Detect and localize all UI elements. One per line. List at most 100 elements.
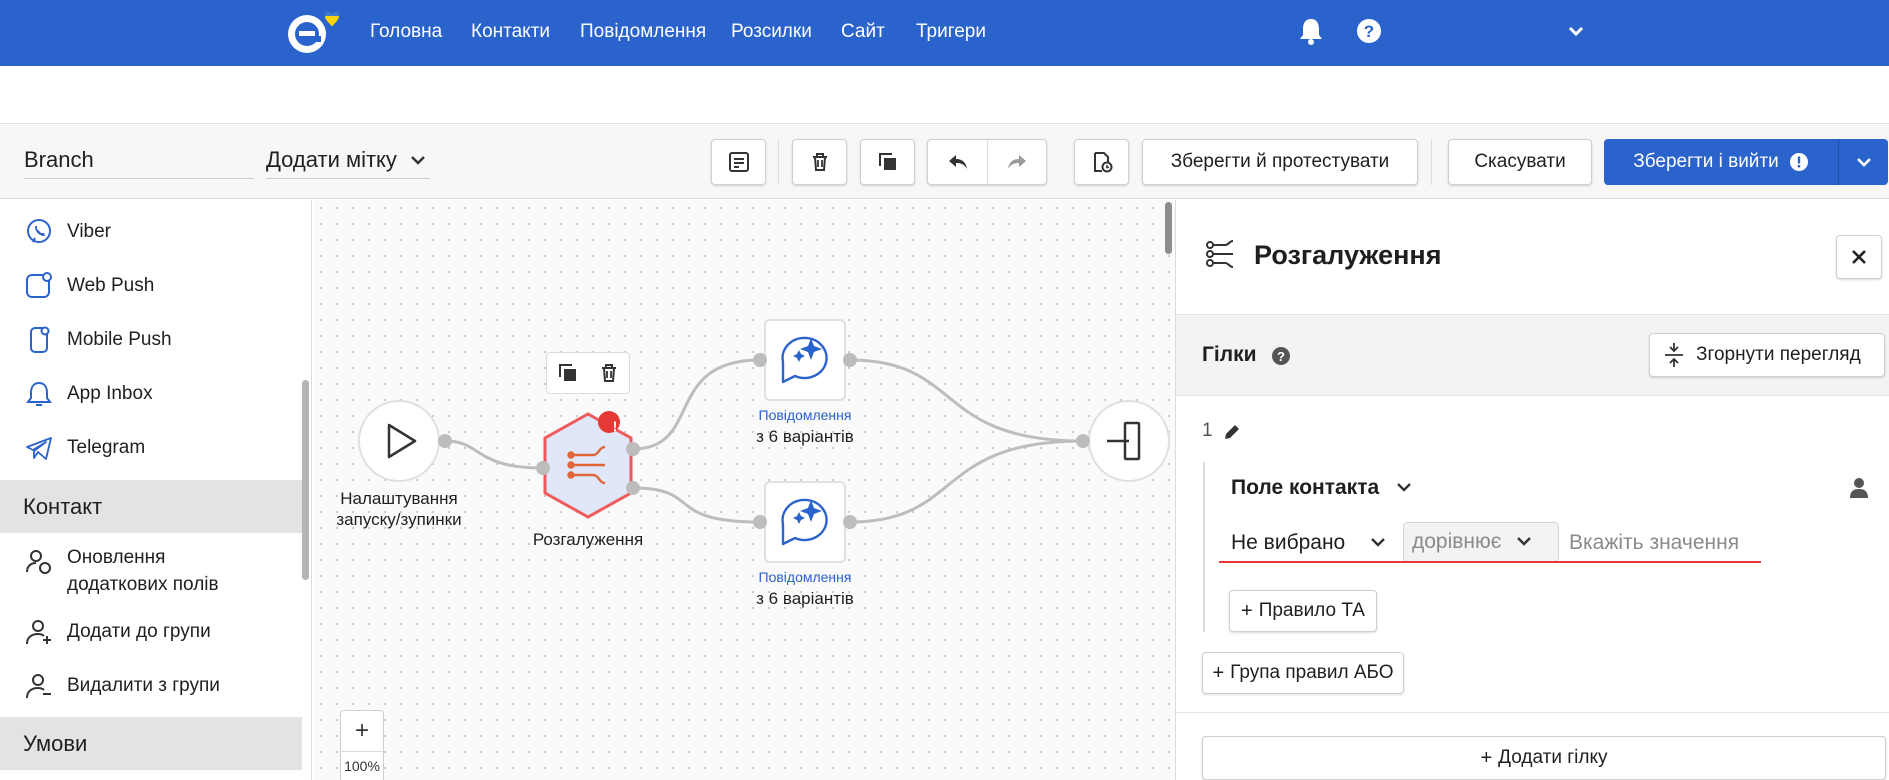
message-node-top — [764, 319, 846, 401]
message-node-label: з 6 варіантів — [756, 427, 854, 446]
branches-header: Гілки ? Згорнути перегляд — [1176, 314, 1889, 396]
start-node-label-line1: Налаштування — [340, 489, 458, 508]
workflow-name-input[interactable]: Branch — [24, 147, 254, 179]
operator-select[interactable]: дорівнює — [1403, 522, 1559, 562]
toolbar-divider — [778, 139, 779, 185]
field-select-value: Не вибрано — [1231, 531, 1346, 554]
sidebar-item-label: Web Push — [67, 275, 155, 296]
user-remove-icon — [26, 674, 51, 699]
editor-toolbar: Branch Додати мітку Зберегти й протестув… — [0, 125, 1889, 199]
validation-error-underline — [1219, 561, 1761, 563]
nav-campaigns[interactable]: Розсилки — [731, 20, 812, 44]
nav-messages[interactable]: Повідомлення — [580, 20, 706, 44]
logo[interactable] — [285, 8, 353, 58]
sidebar-item-telegram[interactable]: Telegram — [0, 428, 302, 468]
history-button[interactable] — [1074, 139, 1129, 185]
connector-branch-bottom — [632, 486, 761, 524]
save-and-exit-button[interactable]: Зберегти і вийти — [1604, 139, 1838, 185]
canvas-scrollbar[interactable] — [1165, 202, 1172, 254]
nav-site[interactable]: Сайт — [841, 20, 885, 44]
plus-icon: + — [1480, 746, 1493, 769]
trash-icon[interactable] — [597, 361, 621, 385]
collapse-view-button[interactable]: Згорнути перегляд — [1649, 333, 1885, 377]
zoom-controls: + 100% — [340, 710, 384, 780]
save-and-test-button[interactable]: Зберегти й протестувати — [1142, 139, 1418, 185]
port-dot — [753, 353, 767, 367]
message-node-bottom — [764, 481, 846, 563]
nav-home[interactable]: Головна — [370, 20, 442, 44]
user-edit-icon — [26, 550, 51, 574]
chevron-down-icon — [1517, 537, 1532, 546]
sidebar-item-app-inbox[interactable]: App Inbox — [0, 374, 302, 414]
pencil-icon[interactable] — [1222, 422, 1240, 442]
workflow-canvas[interactable]: ! Налаштування запуску/зупинки Розгалуже… — [313, 200, 1175, 780]
section-contact[interactable]: Контакт — [0, 480, 302, 533]
help-icon[interactable]: ? — [1271, 346, 1291, 366]
sidebar-item-label-line1: Оновлення — [67, 547, 166, 568]
add-or-group-button[interactable]: + Група правил АБО — [1202, 652, 1404, 694]
sidebar-item-add-to-group[interactable]: Додати до групи — [0, 612, 302, 652]
svg-text:?: ? — [1364, 22, 1374, 41]
redo-button[interactable] — [988, 140, 1046, 184]
top-navigation: Головна Контакти Повідомлення Розсилки С… — [0, 0, 1889, 66]
delete-button[interactable] — [792, 139, 847, 185]
sidebar-item-viber[interactable]: Viber — [0, 212, 302, 252]
connector-start-branch — [444, 439, 544, 470]
value-input[interactable]: Вкажіть значення — [1569, 531, 1739, 555]
tag-underline — [266, 178, 430, 179]
sidebar-item-mobile-push[interactable]: Mobile Push — [0, 320, 302, 360]
add-branch-button[interactable]: + Додати гілку — [1202, 736, 1886, 780]
plus-icon: + — [1241, 599, 1253, 622]
cancel-button[interactable]: Скасувати — [1448, 139, 1592, 185]
sidebar-item-label: Додати до групи — [67, 621, 211, 642]
zoom-level: 100% — [341, 751, 383, 780]
close-button[interactable] — [1836, 235, 1882, 279]
save-and-exit-label: Зберегти і вийти — [1633, 151, 1779, 172]
sidebar-item-update-fields[interactable]: Оновлення додаткових полів — [0, 545, 302, 599]
port-dot — [753, 515, 767, 529]
file-history-icon — [1093, 152, 1112, 173]
branch-icon — [1206, 240, 1234, 268]
undo-button[interactable] — [928, 140, 988, 184]
person-icon — [1850, 478, 1868, 498]
port-dot — [626, 442, 640, 456]
contact-field-label: Поле контакта — [1231, 476, 1380, 499]
chevron-down-icon — [411, 156, 425, 165]
notes-button[interactable] — [711, 139, 766, 185]
warning-mark: ! — [612, 418, 618, 434]
nav-contacts[interactable]: Контакти — [471, 20, 550, 44]
collapse-icon — [1665, 343, 1683, 367]
copy-button[interactable] — [860, 139, 915, 185]
collapse-view-label: Згорнути перегляд — [1696, 344, 1861, 365]
nav-triggers[interactable]: Тригери — [916, 20, 986, 44]
port-dot — [626, 481, 640, 495]
panel-divider — [1176, 712, 1889, 713]
sidebar-item-web-push[interactable]: Web Push — [0, 266, 302, 306]
toolbar-divider — [1431, 139, 1432, 185]
chevron-down-icon[interactable] — [1561, 14, 1591, 48]
sub-header — [0, 66, 1889, 124]
panel-title: Розгалуження — [1254, 240, 1442, 270]
add-tag-dropdown[interactable]: Додати мітку — [266, 147, 427, 173]
port-dot — [843, 353, 857, 367]
mobile-push-icon — [30, 326, 50, 353]
branch-number: 1 — [1202, 420, 1213, 441]
field-select[interactable]: Не вибрано — [1231, 531, 1387, 555]
contact-field-dropdown[interactable]: Поле контакта — [1231, 476, 1413, 500]
copy-icon[interactable] — [556, 361, 580, 385]
sidebar-item-label: App Inbox — [67, 383, 153, 404]
help-icon[interactable]: ? — [1354, 14, 1384, 48]
sidebar-scrollbar[interactable] — [302, 380, 309, 580]
save-options-dropdown[interactable] — [1838, 139, 1888, 185]
node-actions — [546, 352, 630, 394]
chevron-down-icon — [1371, 538, 1385, 547]
sidebar-item-remove-from-group[interactable]: Видалити з групи — [0, 666, 302, 706]
add-and-rule-button[interactable]: + Правило ТА — [1229, 590, 1377, 632]
message-node-type: Повідомлення — [758, 569, 852, 585]
sidebar-item-label: Viber — [67, 221, 112, 242]
app-inbox-icon — [26, 381, 52, 406]
section-conditions[interactable]: Умови — [0, 717, 302, 770]
bell-icon[interactable] — [1296, 14, 1326, 48]
branches-label: Гілки — [1202, 343, 1257, 366]
zoom-in-button[interactable]: + — [341, 711, 383, 751]
